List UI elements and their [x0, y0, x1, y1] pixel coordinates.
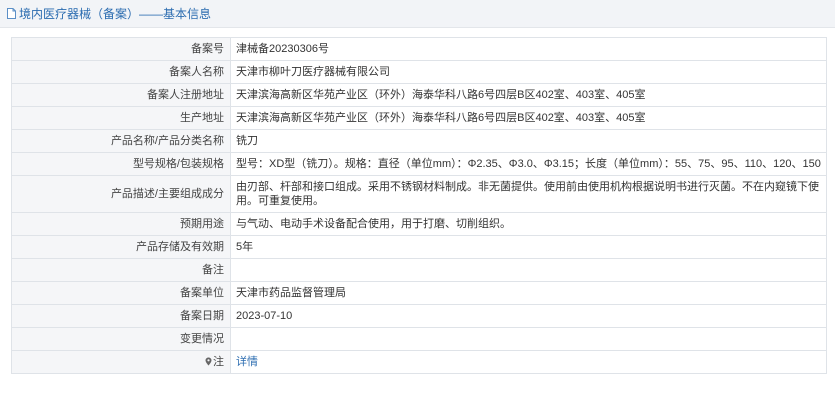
table-row: 注 详情	[11, 350, 827, 374]
table-row: 备案人注册地址 天津滨海高新区华苑产业区（环外）海泰华科八路6号四层B区402室…	[11, 83, 827, 107]
row-value: 天津滨海高新区华苑产业区（环外）海泰华科八路6号四层B区402室、403室、40…	[230, 83, 827, 107]
table-row: 预期用途 与气动、电动手术设备配合使用，用于打磨、切削组织。	[11, 212, 827, 236]
table-row: 生产地址 天津滨海高新区华苑产业区（环外）海泰华科八路6号四层B区402室、40…	[11, 106, 827, 130]
row-value: 5年	[230, 235, 827, 259]
row-label: 生产地址	[11, 106, 231, 130]
table-row: 备案日期 2023-07-10	[11, 304, 827, 328]
row-label: 备案单位	[11, 281, 231, 305]
row-value: 由刃部、杆部和接口组成。采用不锈钢材料制成。非无菌提供。使用前由使用机构根据说明…	[230, 175, 827, 213]
row-value: 详情	[230, 350, 827, 374]
row-label: 预期用途	[11, 212, 231, 236]
row-label: 型号规格/包装规格	[11, 152, 231, 176]
row-label: 备注	[11, 258, 231, 282]
table-row: 产品描述/主要组成成分 由刃部、杆部和接口组成。采用不锈钢材料制成。非无菌提供。…	[11, 175, 827, 213]
row-value: 天津市药品监督管理局	[230, 281, 827, 305]
row-value	[230, 258, 827, 282]
row-value: 津械备20230306号	[230, 37, 827, 61]
table-row: 备案单位 天津市药品监督管理局	[11, 281, 827, 305]
info-table: 备案号 津械备20230306号 备案人名称 天津市柳叶刀医疗器械有限公司 备案…	[11, 37, 827, 374]
row-label: 产品存储及有效期	[11, 235, 231, 259]
table-row: 产品存储及有效期 5年	[11, 235, 827, 259]
table-row: 产品名称/产品分类名称 铣刀	[11, 129, 827, 153]
row-value: 与气动、电动手术设备配合使用，用于打磨、切削组织。	[230, 212, 827, 236]
pin-icon	[205, 357, 212, 366]
table-row: 备注	[11, 258, 827, 282]
row-label: 变更情况	[11, 327, 231, 351]
row-label: 备案号	[11, 37, 231, 61]
table-row: 备案号 津械备20230306号	[11, 37, 827, 61]
document-icon	[7, 8, 16, 19]
row-value: 2023-07-10	[230, 304, 827, 328]
row-label: 产品描述/主要组成成分	[11, 175, 231, 213]
row-value	[230, 327, 827, 351]
table-row: 备案人名称 天津市柳叶刀医疗器械有限公司	[11, 60, 827, 84]
row-value: 天津市柳叶刀医疗器械有限公司	[230, 60, 827, 84]
row-value: 铣刀	[230, 129, 827, 153]
detail-link[interactable]: 详情	[236, 356, 258, 368]
page-title: 境内医疗器械（备案）——基本信息	[19, 7, 212, 21]
row-label: 备案人名称	[11, 60, 231, 84]
note-label: 注	[213, 356, 224, 368]
page-header: 境内医疗器械（备案）——基本信息	[0, 0, 835, 28]
row-label-note: 注	[11, 350, 231, 374]
table-row: 型号规格/包装规格 型号：XD型（铣刀）。规格：直径（单位mm）：Φ2.35、Φ…	[11, 152, 827, 176]
row-value: 型号：XD型（铣刀）。规格：直径（单位mm）：Φ2.35、Φ3.0、Φ3.15；…	[230, 152, 827, 176]
row-label: 备案人注册地址	[11, 83, 231, 107]
row-label: 备案日期	[11, 304, 231, 328]
table-row: 变更情况	[11, 327, 827, 351]
row-value: 天津滨海高新区华苑产业区（环外）海泰华科八路6号四层B区402室、403室、40…	[230, 106, 827, 130]
row-label: 产品名称/产品分类名称	[11, 129, 231, 153]
